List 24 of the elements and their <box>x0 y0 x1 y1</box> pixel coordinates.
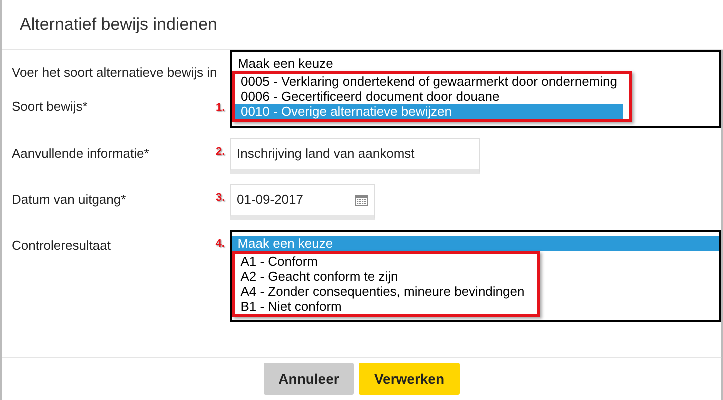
field-label: Soort bewijs* <box>12 98 89 116</box>
list-option[interactable]: A2 - Geacht conform te zijn <box>234 269 531 284</box>
list-option[interactable]: B1 - Niet conform <box>234 299 531 314</box>
options-listbox[interactable]: Maak een keuze A1 - Conform A2 - Geacht conform te zijn A4 - Zonder consequenties, mineure bevindingen B1 - Niet conform <box>230 230 722 322</box>
list-option[interactable]: 0005 - Verklaring ondertekend of gewaarmerkt door onderneming <box>234 74 624 89</box>
submit-button[interactable]: Verwerken <box>359 363 460 395</box>
list-option[interactable]: A4 - Zonder consequenties, mineure bevindingen <box>234 284 531 299</box>
cancel-button[interactable]: Annuleer <box>264 363 354 395</box>
list-option[interactable]: 0006 - Gecertificeerd document door douane <box>234 89 624 104</box>
step-number: 3. <box>216 191 226 206</box>
field-label: Controleresultaat <box>12 237 112 255</box>
step-number: 1. <box>216 101 226 116</box>
list-option[interactable]: A1 - Conform <box>234 254 531 269</box>
options-listbox[interactable]: Maak een keuze 0005 - Verklaring ondertekend of gewaarmerkt door onderneming 0006 - Gecertificeerd document door douane 0010 - Overige alternatieve bewijzen <box>230 50 721 128</box>
field-label: Voer het soort alternatieve bewijs in <box>12 64 216 82</box>
step-number: 4. <box>216 237 225 252</box>
field-label: Aanvullende informatie* <box>12 145 150 163</box>
step-number: 2. <box>216 145 226 160</box>
calendar-icon[interactable] <box>355 194 368 206</box>
field-label: Datum van uitgang* <box>12 191 128 209</box>
date-field[interactable]: 01-09-2017 <box>230 184 375 220</box>
dialog-title: Alternatief bewijs indienen <box>20 14 218 36</box>
text-field[interactable]: Inschrijving land van aankomst <box>230 138 480 174</box>
list-option[interactable]: Maak een keuze <box>232 56 719 71</box>
